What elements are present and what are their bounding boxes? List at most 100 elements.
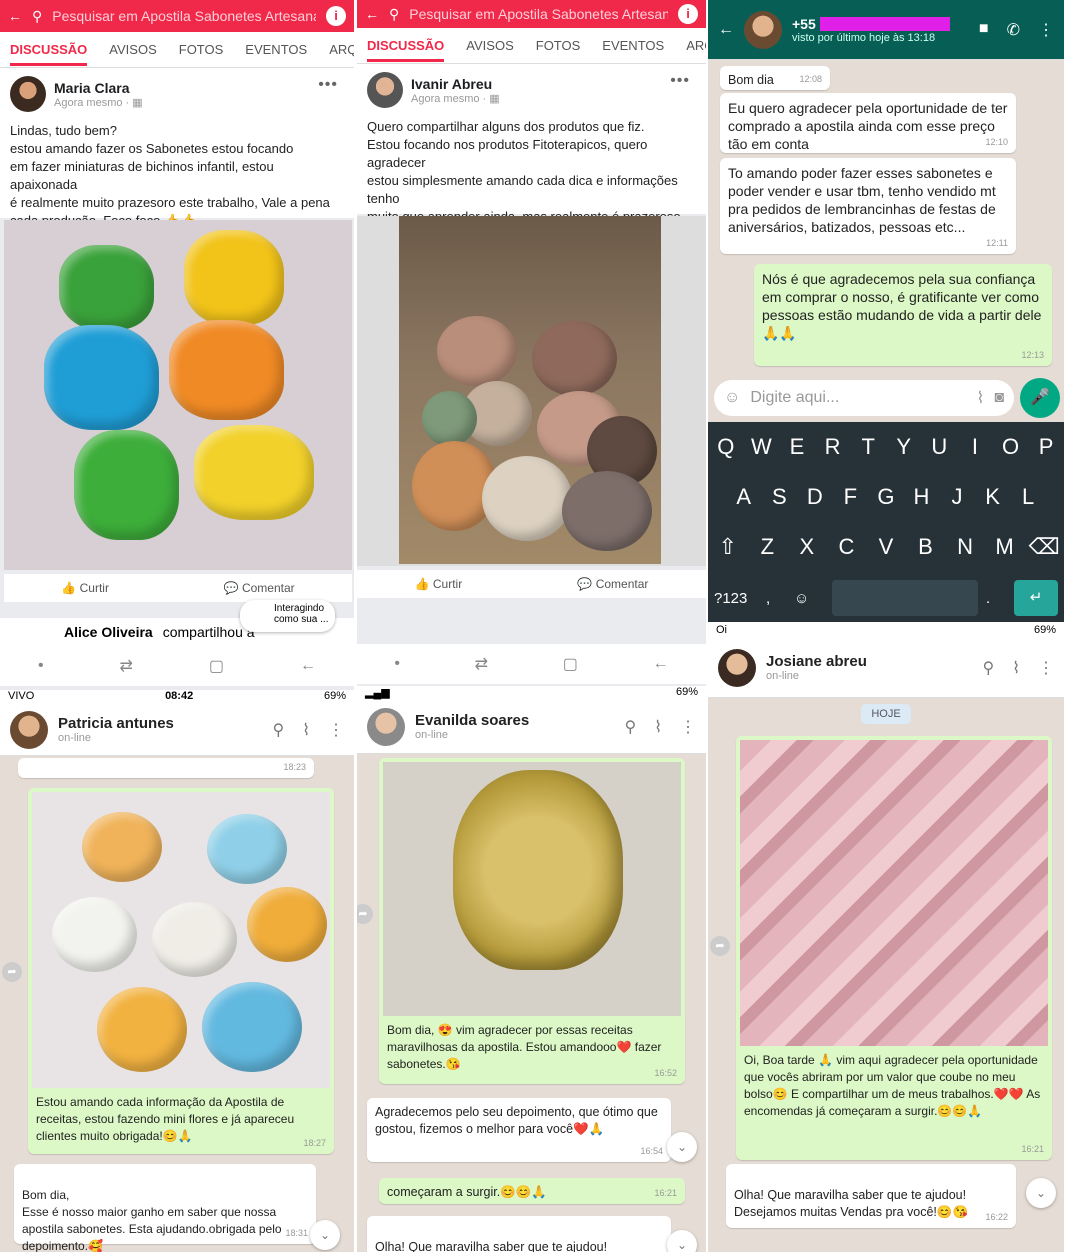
enter-key[interactable]: ↵ bbox=[1014, 580, 1058, 616]
group-search-input[interactable]: Pesquisar em Apostila Sabonetes Artesana… bbox=[409, 6, 668, 22]
key[interactable]: X bbox=[790, 534, 824, 560]
symbols-key[interactable]: ?123 bbox=[714, 590, 758, 607]
attach-icon[interactable]: ⌇ bbox=[302, 720, 310, 740]
home-icon[interactable]: ▢ bbox=[563, 654, 578, 674]
contact-avatar[interactable] bbox=[744, 10, 782, 49]
key[interactable]: C bbox=[829, 534, 863, 560]
camera-icon[interactable]: ◙ bbox=[994, 389, 1004, 407]
message-photo[interactable] bbox=[740, 740, 1048, 1046]
key[interactable]: A bbox=[727, 484, 761, 510]
dot-icon[interactable]: • bbox=[38, 657, 44, 675]
message-photo[interactable] bbox=[32, 792, 330, 1088]
backspace-icon[interactable]: ⌫ bbox=[1027, 534, 1061, 560]
recents-icon[interactable]: ⇄ bbox=[475, 654, 488, 674]
shift-icon[interactable]: ⇧ bbox=[711, 534, 745, 560]
tab-avisos[interactable]: AVISOS bbox=[466, 38, 513, 53]
info-icon[interactable]: i bbox=[326, 6, 346, 26]
key[interactable]: R bbox=[816, 434, 850, 460]
info-icon[interactable]: i bbox=[678, 4, 698, 24]
menu-icon[interactable]: ⋮ bbox=[680, 717, 696, 737]
key[interactable]: I bbox=[958, 434, 992, 460]
contact-name[interactable]: Patricia antunes bbox=[58, 715, 174, 732]
space-key[interactable] bbox=[832, 580, 978, 616]
tab-discussao[interactable]: DISCUSSÃO bbox=[10, 33, 88, 66]
tab-fotos[interactable]: FOTOS bbox=[536, 38, 581, 53]
key[interactable]: B bbox=[909, 534, 943, 560]
tab-arquivos[interactable]: ARQUIV bbox=[329, 42, 354, 57]
menu-icon[interactable]: ⋮ bbox=[328, 720, 344, 740]
avatar[interactable] bbox=[367, 72, 403, 108]
key[interactable]: F bbox=[833, 484, 867, 510]
back-arrow-icon[interactable]: ← bbox=[365, 6, 379, 22]
key[interactable]: Q bbox=[709, 434, 743, 460]
key[interactable]: T bbox=[851, 434, 885, 460]
search-icon[interactable]: ⚲ bbox=[32, 8, 42, 25]
key[interactable]: Y bbox=[887, 434, 921, 460]
key[interactable]: D bbox=[798, 484, 832, 510]
tab-eventos[interactable]: EVENTOS bbox=[245, 42, 307, 57]
emoji-icon[interactable]: ☺ bbox=[724, 389, 740, 407]
post-photo[interactable] bbox=[4, 220, 352, 570]
key[interactable]: H bbox=[905, 484, 939, 510]
post-photo[interactable] bbox=[357, 216, 706, 566]
next-post-author[interactable]: Alice Oliveira bbox=[64, 624, 153, 640]
key[interactable]: Z bbox=[750, 534, 784, 560]
search-icon[interactable]: ⚲ bbox=[982, 658, 994, 678]
tab-avisos[interactable]: AVISOS bbox=[109, 42, 156, 57]
back-arrow-icon[interactable]: ← bbox=[8, 8, 22, 24]
menu-icon[interactable]: ⋮ bbox=[1038, 658, 1054, 678]
forward-icon[interactable]: ➦ bbox=[357, 904, 373, 924]
attach-icon[interactable]: ⌇ bbox=[654, 717, 662, 737]
comma-key[interactable]: , bbox=[766, 590, 786, 607]
author-name[interactable]: Ivanir Abreu bbox=[411, 76, 500, 92]
key[interactable]: N bbox=[948, 534, 982, 560]
scroll-down-icon[interactable]: ⌄ bbox=[310, 1220, 340, 1250]
comment-button[interactable]: 💬 Comentar bbox=[577, 577, 648, 591]
key[interactable]: E bbox=[780, 434, 814, 460]
mic-button[interactable]: 🎤 bbox=[1020, 378, 1060, 418]
like-button[interactable]: 👍 Curtir bbox=[415, 577, 463, 591]
group-search-input[interactable]: Pesquisar em Apostila Sabonetes Artesana… bbox=[52, 8, 316, 24]
key[interactable]: V bbox=[869, 534, 903, 560]
scroll-down-icon[interactable]: ⌄ bbox=[667, 1132, 697, 1162]
key[interactable]: J bbox=[940, 484, 974, 510]
home-icon[interactable]: ▢ bbox=[209, 656, 224, 676]
more-options-icon[interactable]: ••• bbox=[670, 72, 690, 90]
video-call-icon[interactable]: ■ bbox=[979, 20, 989, 40]
back-arrow-icon[interactable]: ← bbox=[718, 21, 734, 39]
tab-fotos[interactable]: FOTOS bbox=[179, 42, 224, 57]
interacting-as-chip[interactable]: Interagindo como sua ... bbox=[240, 600, 335, 632]
key[interactable]: G bbox=[869, 484, 903, 510]
forward-icon[interactable]: ➦ bbox=[2, 962, 22, 982]
menu-icon[interactable]: ⋮ bbox=[1038, 20, 1054, 40]
attach-icon[interactable]: ⌇ bbox=[1012, 658, 1020, 678]
recents-icon[interactable]: ⇄ bbox=[120, 656, 133, 676]
contact-avatar[interactable] bbox=[367, 707, 405, 746]
key[interactable]: P bbox=[1029, 434, 1063, 460]
emoji-key-icon[interactable]: ☺ bbox=[794, 590, 824, 607]
contact-name[interactable]: Evanilda soares bbox=[415, 712, 529, 729]
comment-button[interactable]: 💬 Comentar bbox=[224, 581, 295, 595]
avatar[interactable] bbox=[10, 76, 46, 112]
back-icon[interactable]: ← bbox=[300, 657, 316, 675]
message-input[interactable]: Digite aqui... bbox=[750, 389, 966, 407]
author-name[interactable]: Maria Clara bbox=[54, 80, 143, 96]
attach-icon[interactable]: ⌇ bbox=[977, 388, 985, 408]
key[interactable]: L bbox=[1011, 484, 1045, 510]
tab-eventos[interactable]: EVENTOS bbox=[602, 38, 664, 53]
key[interactable]: S bbox=[762, 484, 796, 510]
forward-icon[interactable]: ➦ bbox=[710, 936, 730, 956]
tab-discussao[interactable]: DISCUSSÃO bbox=[367, 29, 445, 62]
dot-icon[interactable]: • bbox=[394, 655, 400, 673]
contact-avatar[interactable] bbox=[10, 710, 48, 749]
search-icon[interactable]: ⚲ bbox=[272, 720, 284, 740]
contact-name[interactable]: +55 bbox=[792, 16, 950, 32]
scroll-down-icon[interactable]: ⌄ bbox=[667, 1230, 697, 1252]
search-icon[interactable]: ⚲ bbox=[624, 717, 636, 737]
contact-avatar[interactable] bbox=[718, 648, 756, 687]
message-photo[interactable] bbox=[383, 762, 681, 1016]
back-icon[interactable]: ← bbox=[653, 655, 669, 673]
key[interactable]: W bbox=[744, 434, 778, 460]
period-key[interactable]: . bbox=[986, 590, 1006, 607]
scroll-down-icon[interactable]: ⌄ bbox=[1026, 1178, 1056, 1208]
